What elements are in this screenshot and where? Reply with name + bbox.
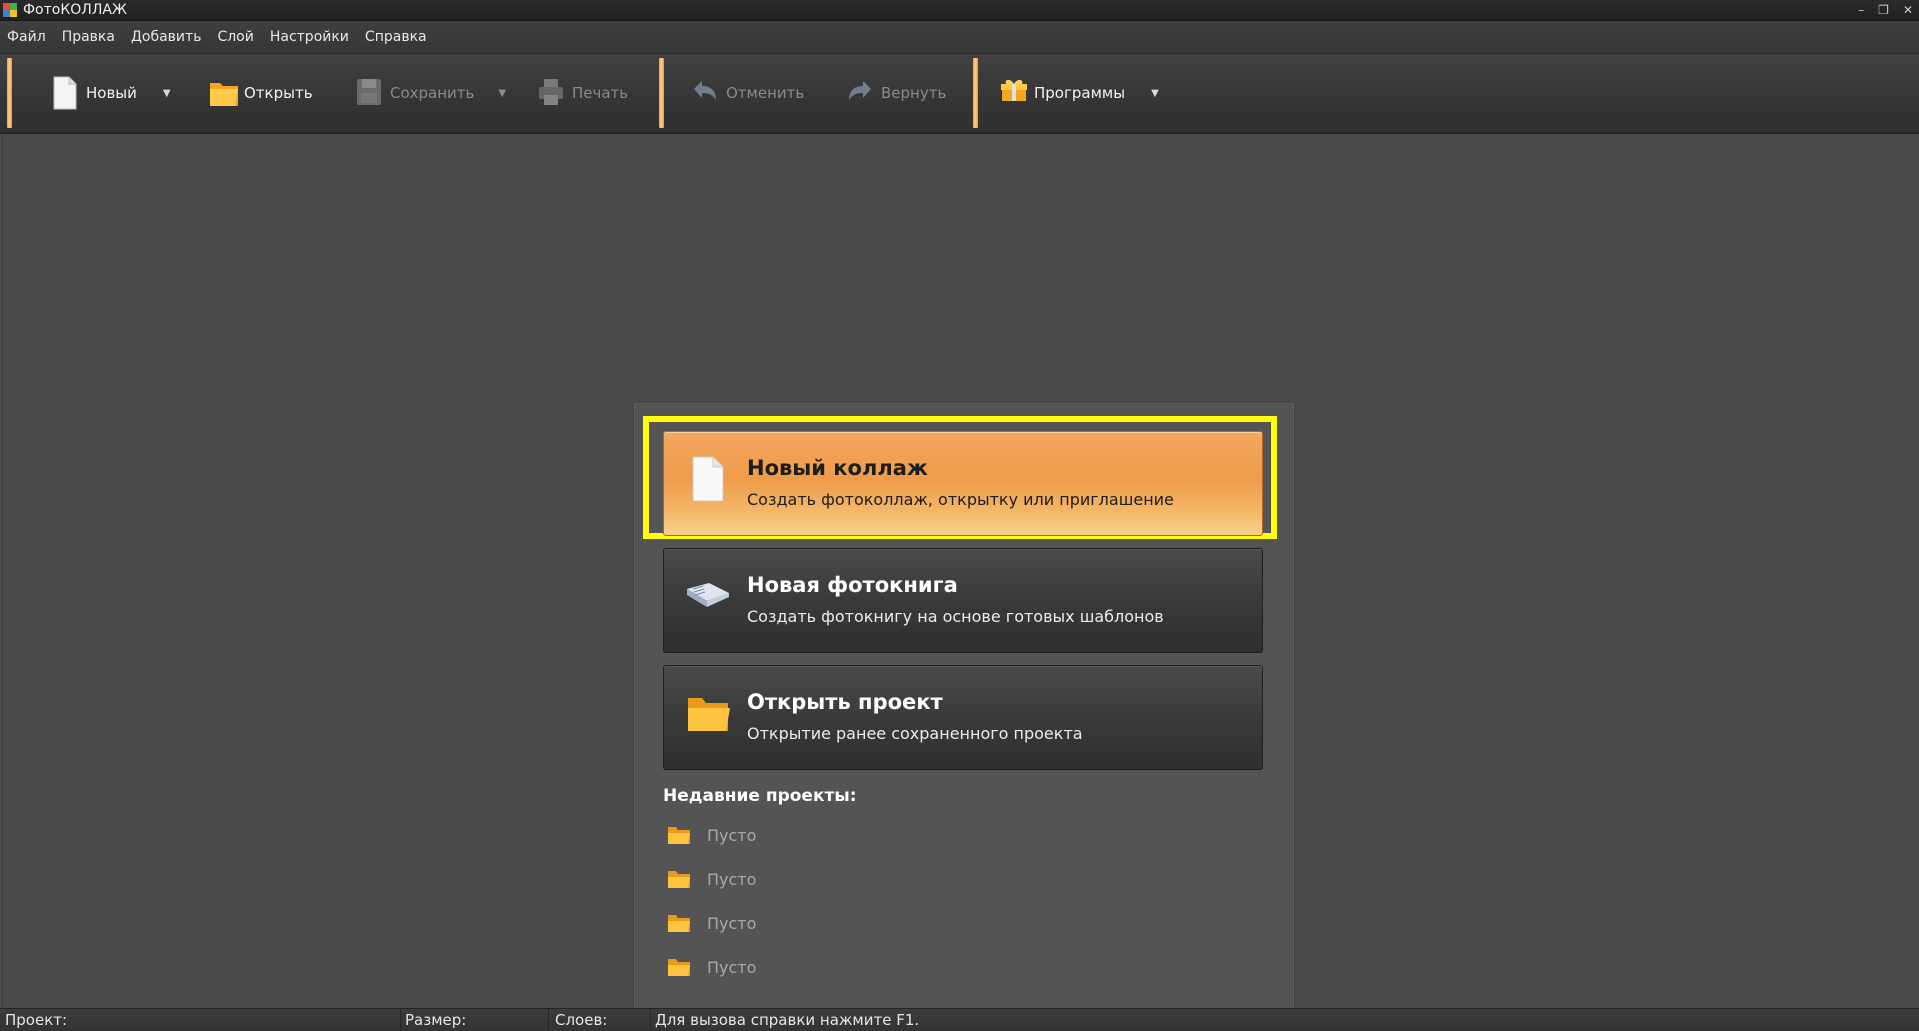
save-disk-icon bbox=[354, 75, 384, 111]
programs-button-label: Программы bbox=[1034, 84, 1126, 102]
folder-open-icon bbox=[684, 688, 732, 738]
recent-project-label: Пусто bbox=[707, 913, 757, 933]
new-button[interactable]: Новый ▼ bbox=[50, 66, 171, 120]
print-button[interactable]: Печать bbox=[536, 66, 628, 120]
menu-help[interactable]: Справка bbox=[357, 29, 435, 45]
folder-open-icon bbox=[208, 75, 238, 111]
redo-arrow-icon bbox=[845, 75, 875, 111]
toolbar-separator bbox=[973, 58, 978, 128]
open-button[interactable]: Открыть bbox=[208, 66, 313, 120]
card-title: Новая фотокнига bbox=[747, 573, 958, 597]
toolbar-separator bbox=[659, 58, 664, 128]
save-dropdown-icon[interactable]: ▼ bbox=[498, 88, 506, 99]
menu-bar: Файл Правка Добавить Слой Настройки Спра… bbox=[0, 21, 1919, 54]
new-button-label: Новый bbox=[86, 84, 137, 102]
undo-arrow-icon bbox=[690, 75, 720, 111]
folder-icon bbox=[667, 824, 691, 846]
menu-file[interactable]: Файл bbox=[0, 29, 54, 45]
status-bar: Проект: Размер: Слоев: Для вызова справк… bbox=[0, 1008, 1919, 1031]
new-dropdown-icon[interactable]: ▼ bbox=[163, 88, 171, 99]
undo-button-label: Отменить bbox=[726, 84, 805, 102]
card-title: Открыть проект bbox=[747, 690, 943, 714]
window-title: ФотоКОЛЛАЖ bbox=[23, 2, 128, 18]
minimize-icon[interactable]: – bbox=[1858, 0, 1864, 20]
programs-button[interactable]: Программы ▼ bbox=[998, 66, 1159, 120]
save-button[interactable]: Сохранить ▼ bbox=[354, 66, 506, 120]
card-title: Новый коллаж bbox=[747, 456, 928, 480]
recent-projects-heading: Недавние проекты: bbox=[663, 786, 857, 806]
status-hint: Для вызова справки нажмите F1. bbox=[655, 1011, 920, 1029]
workspace: Новый коллаж Создать фотоколлаж, открытк… bbox=[2, 135, 1918, 1011]
title-bar: ФотоКОЛЛАЖ – ❐ ✕ bbox=[0, 0, 1919, 21]
restore-icon[interactable]: ❐ bbox=[1878, 0, 1889, 20]
menu-add[interactable]: Добавить bbox=[123, 29, 209, 45]
redo-button-label: Вернуть bbox=[881, 84, 947, 102]
blank-page-icon bbox=[684, 454, 732, 504]
recent-project-label: Пусто bbox=[707, 825, 757, 845]
card-subtitle: Создать фотоколлаж, открытку или приглаш… bbox=[747, 490, 1174, 509]
folder-icon bbox=[667, 956, 691, 978]
status-layers: Слоев: bbox=[550, 1009, 651, 1031]
print-button-label: Печать bbox=[572, 84, 629, 102]
recent-project-item[interactable]: Пусто bbox=[667, 865, 756, 893]
recent-project-item[interactable]: Пусто bbox=[667, 953, 756, 981]
close-icon[interactable]: ✕ bbox=[1903, 0, 1913, 20]
recent-project-item[interactable]: Пусто bbox=[667, 821, 756, 849]
folder-icon bbox=[667, 912, 691, 934]
recent-project-label: Пусто bbox=[707, 957, 757, 977]
new-collage-card[interactable]: Новый коллаж Создать фотоколлаж, открытк… bbox=[663, 431, 1263, 536]
menu-settings[interactable]: Настройки bbox=[262, 29, 357, 45]
printer-icon bbox=[536, 75, 566, 111]
app-logo-icon bbox=[3, 3, 17, 17]
gift-box-icon bbox=[998, 75, 1028, 111]
undo-button[interactable]: Отменить bbox=[690, 66, 804, 120]
open-project-card[interactable]: Открыть проект Открытие ранее сохраненно… bbox=[663, 665, 1263, 770]
programs-dropdown-icon[interactable]: ▼ bbox=[1151, 88, 1159, 99]
card-subtitle: Создать фотокнигу на основе готовых шабл… bbox=[747, 607, 1164, 626]
start-panel: Новый коллаж Создать фотоколлаж, открытк… bbox=[634, 403, 1294, 1011]
toolbar: Новый ▼ Открыть Сохранить ▼ Печать Отмен… bbox=[0, 54, 1919, 134]
recent-project-item[interactable]: Пусто bbox=[667, 909, 756, 937]
redo-button[interactable]: Вернуть bbox=[845, 66, 946, 120]
menu-layer[interactable]: Слой bbox=[209, 29, 261, 45]
new-document-icon bbox=[50, 75, 80, 111]
menu-edit[interactable]: Правка bbox=[54, 29, 123, 45]
status-project: Проект: bbox=[0, 1009, 401, 1031]
status-size: Размер: bbox=[400, 1009, 549, 1031]
new-photobook-card[interactable]: Новая фотокнига Создать фотокнигу на осн… bbox=[663, 548, 1263, 653]
open-book-icon bbox=[684, 571, 732, 621]
card-subtitle: Открытие ранее сохраненного проекта bbox=[747, 724, 1083, 743]
save-button-label: Сохранить bbox=[390, 84, 475, 102]
toolbar-separator bbox=[7, 58, 12, 128]
folder-icon bbox=[667, 868, 691, 890]
recent-project-label: Пусто bbox=[707, 869, 757, 889]
open-button-label: Открыть bbox=[244, 84, 313, 102]
